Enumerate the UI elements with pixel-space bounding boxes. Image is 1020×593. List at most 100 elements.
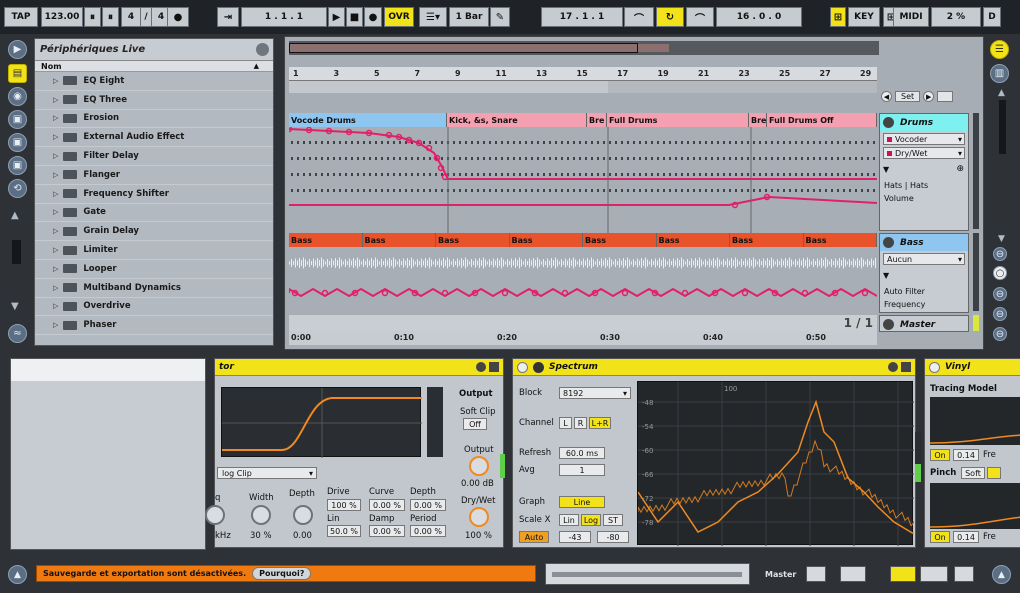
record-button[interactable]: ●: [364, 7, 382, 27]
browser-item[interactable]: ▷ Looper: [35, 260, 273, 279]
device-activator-icon[interactable]: [929, 361, 940, 373]
block-select[interactable]: 8192 ▾: [559, 387, 631, 399]
auto-range-button[interactable]: Auto: [519, 531, 549, 543]
master-thumb-1[interactable]: [806, 566, 826, 582]
browser-item[interactable]: ▷ EQ Three: [35, 91, 273, 110]
play-button[interactable]: ▶: [328, 7, 345, 27]
pinch-on-toggle[interactable]: On: [930, 531, 950, 543]
arrangement-view-button[interactable]: ☰: [990, 40, 1009, 59]
expand-icon[interactable]: ▷: [53, 321, 58, 329]
device-save-icon[interactable]: [901, 362, 911, 372]
bass-track-header[interactable]: Bass Aucun ▾ ▼ Auto Filter Frequency: [879, 233, 969, 313]
mixer-button[interactable]: ⊖: [993, 327, 1007, 341]
range-high-field[interactable]: -80: [597, 531, 629, 543]
spectrum-display[interactable]: -48 -54 -60 -66 -72 -78 100: [637, 381, 915, 546]
zoom-button[interactable]: ⊖: [993, 247, 1007, 261]
next-locator-button[interactable]: ▶: [923, 91, 935, 102]
master-thumb-5[interactable]: [954, 566, 974, 582]
quantize-menu-button[interactable]: ☰▾: [419, 7, 447, 27]
loop-region[interactable]: [608, 81, 877, 93]
avg-field[interactable]: 1: [559, 464, 605, 476]
device-options-icon[interactable]: [888, 362, 898, 372]
drums-clip[interactable]: Bre: [587, 113, 607, 127]
bass-clip[interactable]: Bass: [436, 233, 510, 247]
set-locator-button[interactable]: Set: [895, 91, 921, 102]
detail-view-toggle[interactable]: ▲: [992, 565, 1011, 584]
browser-item[interactable]: ▷ Grain Delay: [35, 222, 273, 242]
lin-field[interactable]: 50.0 %: [327, 525, 361, 537]
groove-pool-button[interactable]: ≈: [8, 324, 27, 343]
loop-switch-button[interactable]: ↻: [656, 7, 684, 27]
channel-r-button[interactable]: R: [574, 417, 587, 429]
drums-param-select[interactable]: Dry/Wet ▾: [883, 147, 965, 159]
info-view-toggle[interactable]: ▲: [8, 565, 27, 584]
tempo-field[interactable]: 123.00: [41, 7, 83, 27]
drums-device-select[interactable]: Vocoder ▾: [883, 133, 965, 145]
expand-icon[interactable]: ▷: [53, 227, 58, 235]
browser-item[interactable]: ▷ EQ Eight: [35, 72, 273, 91]
saturator-title-bar[interactable]: tor: [215, 359, 503, 376]
bass-clip[interactable]: Bass: [509, 233, 583, 247]
sends-button[interactable]: ⊖: [993, 287, 1007, 301]
loop-brace[interactable]: [289, 81, 877, 93]
curve-field[interactable]: 0.00 %: [369, 499, 405, 511]
toggle-button[interactable]: [937, 91, 954, 102]
expand-icon[interactable]: ▷: [53, 114, 58, 122]
arrangement-scrollbar[interactable]: [999, 100, 1006, 154]
session-view-button[interactable]: ▥: [990, 64, 1009, 83]
expand-icon[interactable]: ▷: [53, 171, 58, 179]
why-button[interactable]: Pourquoi?: [252, 567, 312, 580]
browser-item[interactable]: ▷ Frequency Shifter: [35, 185, 273, 204]
drums-clip[interactable]: Kick, &s, Snare: [447, 113, 587, 127]
expand-icon[interactable]: ▷: [53, 190, 58, 198]
drums-track-lane[interactable]: Vocode Drums Kick, &s, Snare Bre Full Drums…: [285, 113, 878, 233]
fold-icon[interactable]: ▼: [883, 271, 889, 280]
drums-track-title[interactable]: Drums: [880, 114, 968, 131]
arrangement-position[interactable]: 1 . 1 . 1: [241, 7, 327, 27]
add-lane-icon[interactable]: ⊕: [956, 164, 964, 174]
channel-l-button[interactable]: L: [559, 417, 572, 429]
file-browser-2-button[interactable]: ▣: [8, 133, 27, 152]
overview-window[interactable]: [289, 43, 638, 53]
browser-item[interactable]: ▷ Limiter: [35, 241, 273, 260]
nudge-down-button[interactable]: ⏸: [84, 7, 101, 27]
master-track-header[interactable]: Master: [879, 315, 969, 332]
bass-clip[interactable]: Bass: [803, 233, 877, 247]
scroll-down-icon[interactable]: ▼: [11, 301, 19, 312]
sort-icon[interactable]: ▲: [254, 62, 259, 70]
arrangement-overview[interactable]: [289, 41, 879, 55]
master-track-title[interactable]: Master: [880, 316, 968, 333]
scroll-down-icon[interactable]: ▼: [998, 234, 1005, 244]
time-ruler[interactable]: 0:00 0:10 0:20 0:30 0:40 0:50: [289, 331, 877, 345]
expand-icon[interactable]: ▷: [53, 77, 58, 85]
drums-track-header[interactable]: Drums Vocoder ▾ Dry/Wet ▾ ▼ ⊕ Hats | Hats V…: [879, 113, 969, 231]
file-browser-3-button[interactable]: ▣: [8, 156, 27, 175]
soft-toggle[interactable]: Soft: [961, 467, 985, 479]
scale-log-button[interactable]: Log: [581, 514, 601, 526]
browser-item[interactable]: ▷ External Audio Effect: [35, 128, 273, 148]
expand-icon[interactable]: ▷: [53, 284, 58, 292]
output-knob[interactable]: [469, 456, 489, 476]
file-browser-1-button[interactable]: ▣: [8, 110, 27, 129]
punch-out-button[interactable]: ⌒: [686, 7, 714, 27]
browser-item[interactable]: ▷ Gate: [35, 204, 273, 223]
plugins-browser-button[interactable]: ◉: [8, 87, 27, 106]
signature-numerator[interactable]: 4: [121, 7, 141, 27]
bass-clip[interactable]: Bass: [730, 233, 804, 247]
master-thumb-4[interactable]: [920, 566, 948, 582]
loop-length-field[interactable]: 16 . 0 . 0: [716, 7, 802, 27]
overview-thumbnail[interactable]: [545, 563, 750, 585]
drums-clip[interactable]: Bre: [749, 113, 767, 127]
fold-icon[interactable]: [883, 237, 894, 248]
device-fold-icon[interactable]: [533, 361, 544, 373]
device-activator-icon[interactable]: [517, 361, 528, 373]
stop-button[interactable]: ■: [346, 7, 363, 27]
master-thumb-3[interactable]: [890, 566, 916, 582]
expand-icon[interactable]: ▷: [53, 265, 58, 273]
tracing-display[interactable]: [929, 397, 1020, 445]
q-knob[interactable]: [205, 505, 225, 525]
drums-automation[interactable]: [285, 113, 878, 233]
bass-track-lane[interactable]: Bass Bass Bass Bass Bass Bass Bass Bass: [288, 233, 878, 313]
expand-icon[interactable]: ▷: [53, 96, 58, 104]
device-options-icon[interactable]: [476, 362, 486, 372]
